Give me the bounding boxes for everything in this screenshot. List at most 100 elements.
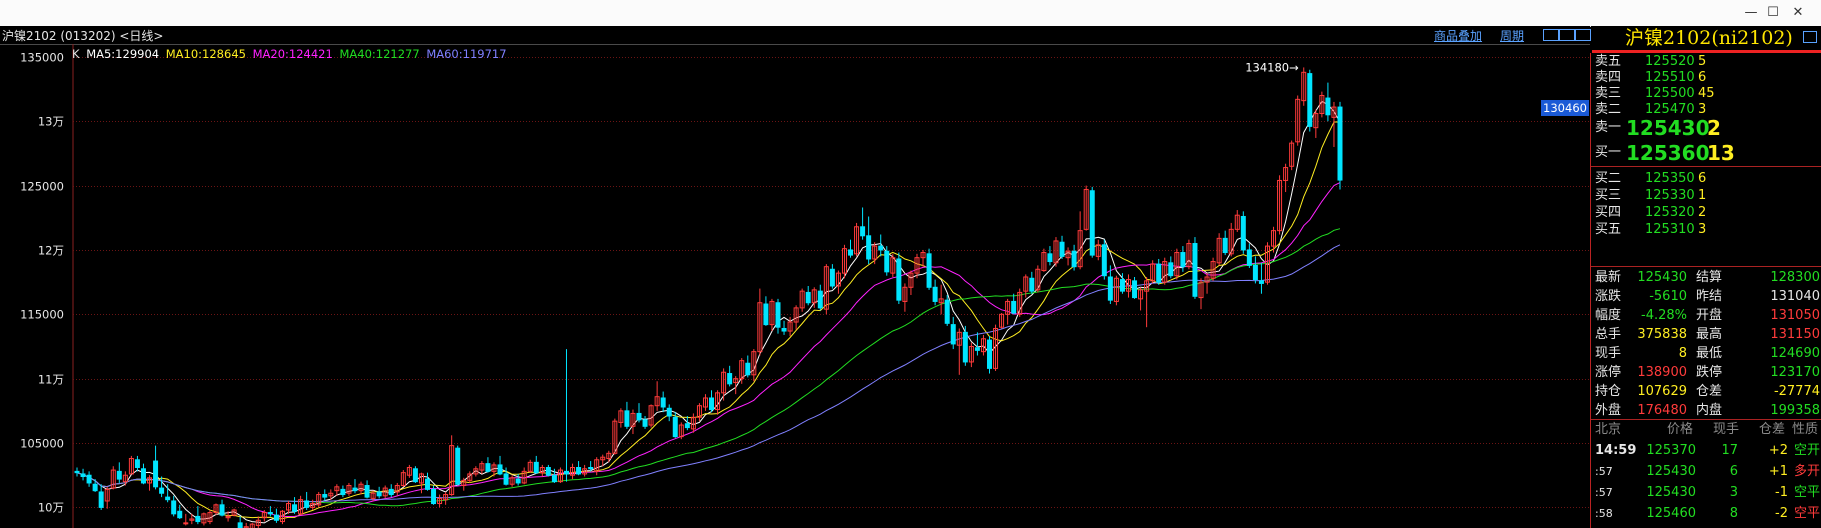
stat-row[interactable]: 涨停 138900 跌停 123170	[1591, 364, 1821, 383]
candle-body	[267, 512, 273, 515]
ma60-line	[76, 244, 1341, 503]
tick-row[interactable]: :57 125430 3 -1 空平	[1591, 482, 1821, 503]
candle-body	[878, 245, 884, 251]
tick-row[interactable]: :58 125460 8 -2 空平	[1591, 503, 1821, 524]
stat-value: -27774	[1773, 384, 1820, 399]
candle-body	[1071, 250, 1077, 268]
candle-body	[92, 483, 98, 492]
overlay-commodity-link[interactable]: 商品叠加	[1434, 27, 1482, 44]
tick-oi-change: +1	[1768, 464, 1788, 479]
candle-body	[866, 235, 872, 260]
stat-value: 375838	[1637, 327, 1687, 342]
stat-value: 107629	[1637, 384, 1687, 399]
bid-price: 125360	[1626, 141, 1710, 165]
tick-oi-change: -2	[1775, 506, 1788, 521]
candle-body	[376, 491, 382, 497]
candle-body	[636, 412, 642, 421]
stat-value: -5610	[1649, 289, 1687, 304]
stat-row[interactable]: 现手 8 最低 124690	[1591, 345, 1821, 364]
stat-row[interactable]: 涨跌 -5610 昨结 131040	[1591, 288, 1821, 307]
candle-body	[860, 226, 866, 237]
layout-2-icon[interactable]	[1559, 29, 1575, 41]
stat-value: 125430	[1637, 270, 1687, 285]
candle-body	[932, 286, 938, 302]
symbol-header: 沪镍2102(ni2102)	[1591, 26, 1821, 50]
tick-time: :57	[1595, 465, 1613, 478]
candlestick-chart[interactable]: 135000 13万 125000 12万 115000 11万 105000 10万 134…	[0, 44, 1590, 528]
candle-body	[273, 514, 279, 521]
tick-price: 125430	[1646, 464, 1696, 479]
ticks-header-price: 价格	[1667, 422, 1694, 437]
panel-toggle-icon[interactable]	[1803, 31, 1817, 43]
candle-body	[412, 468, 418, 483]
y-tick-label: 10万	[38, 501, 64, 515]
stat-row[interactable]: 幅度 -4.28% 开盘 131050	[1591, 307, 1821, 326]
candle-body	[352, 487, 358, 492]
candle-body	[455, 447, 461, 485]
bid-1-row[interactable]: 买一 125360 13	[1591, 141, 1821, 165]
layout-1-icon[interactable]	[1543, 29, 1559, 41]
ticks-header-vol: 现手	[1713, 422, 1740, 437]
candle-body	[672, 416, 678, 438]
tick-volume: 17	[1721, 443, 1738, 458]
k-label: K	[72, 47, 80, 61]
bid-label: 买三	[1595, 188, 1622, 203]
close-button[interactable]: ✕	[1786, 4, 1810, 22]
candle-body	[80, 473, 86, 478]
bid-volume: 1	[1698, 188, 1707, 203]
candle-body	[340, 488, 346, 496]
candle-body	[1246, 249, 1252, 266]
candle-body	[684, 423, 690, 429]
candle-body	[134, 459, 140, 468]
candle-body	[805, 291, 811, 304]
stat-row[interactable]: 最新 125430 结算 128300	[1591, 269, 1821, 288]
bid-label: 买五	[1595, 222, 1622, 237]
tick-nature: 空平	[1793, 485, 1820, 500]
ma20-line	[76, 182, 1341, 518]
candle-body	[545, 467, 551, 476]
stat-label: 最高	[1696, 327, 1723, 342]
bid-row[interactable]: 买四 125320 2	[1591, 204, 1821, 222]
candle-body	[1047, 253, 1053, 263]
bid-label: 买四	[1595, 205, 1622, 220]
y-tick-label: 115000	[20, 308, 64, 322]
maximize-button[interactable]: ☐	[1761, 4, 1785, 22]
ask-price: 125430	[1626, 116, 1710, 140]
tick-row[interactable]: :57 125430 6 +1 多开	[1591, 461, 1821, 482]
stat-row[interactable]: 总手 375838 最高 131150	[1591, 326, 1821, 345]
stat-value: 124690	[1770, 346, 1820, 361]
ask-1-row[interactable]: 卖一 125430 2	[1591, 116, 1821, 140]
minimize-button[interactable]: —	[1739, 4, 1763, 22]
stat-value: 128300	[1770, 270, 1820, 285]
period-link[interactable]: 周期	[1500, 27, 1524, 44]
candle-body	[660, 397, 666, 408]
bid-row[interactable]: 买五 125310 3	[1591, 221, 1821, 239]
candle-body	[950, 324, 956, 345]
stat-label: 结算	[1696, 270, 1723, 285]
y-tick-label: 105000	[20, 437, 64, 451]
stat-row[interactable]: 持仓 107629 仓差 -27774	[1591, 383, 1821, 402]
bid-label: 买一	[1595, 145, 1622, 160]
ticks-header-nature: 性质	[1792, 422, 1819, 437]
tick-row[interactable]: 14:59 125370 17 +2 空开	[1591, 440, 1821, 461]
ma40-label: MA40:121277	[339, 47, 420, 61]
candle-body	[153, 460, 159, 488]
candle-body	[165, 496, 171, 501]
stat-value: 176480	[1637, 403, 1687, 418]
bid-row[interactable]: 买三 125330 1	[1591, 187, 1821, 205]
layout-3-icon[interactable]	[1575, 29, 1591, 41]
y-tick-label: 135000	[20, 51, 64, 65]
candle-body	[1168, 262, 1174, 277]
candle-body	[987, 339, 993, 369]
bid-row[interactable]: 买二 125350 6	[1591, 170, 1821, 188]
candle-body	[974, 347, 980, 351]
window-titlebar: — ☐ ✕	[0, 0, 1821, 27]
candle-body	[642, 419, 648, 427]
tick-oi-change: -1	[1775, 485, 1788, 500]
ma60-label: MA60:119717	[426, 47, 507, 61]
tick-nature: 空开	[1793, 443, 1820, 458]
ask-volume: 2	[1707, 116, 1721, 140]
stat-value: 138900	[1637, 365, 1687, 380]
stat-label: 外盘	[1595, 403, 1622, 418]
candle-body	[116, 470, 122, 480]
